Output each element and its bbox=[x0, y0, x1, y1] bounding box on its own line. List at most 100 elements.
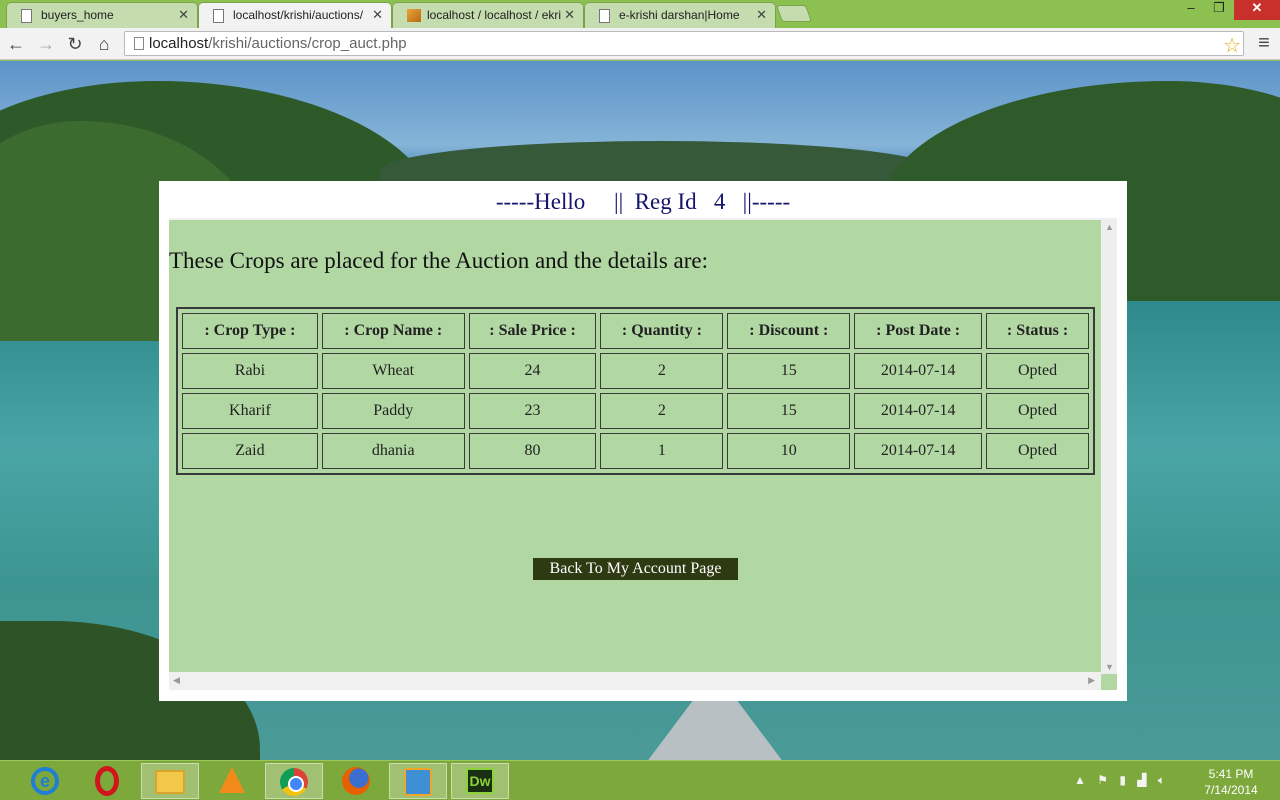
cell-post-date: 2014-07-14 bbox=[854, 433, 983, 469]
cell-status: Opted bbox=[986, 353, 1089, 389]
taskbar-opera[interactable] bbox=[78, 763, 136, 799]
phpmyadmin-icon bbox=[407, 9, 421, 22]
minimize-button[interactable]: – bbox=[1178, 0, 1204, 20]
tab-phpmyadmin[interactable]: localhost / localhost / ekri ✕ bbox=[392, 2, 584, 28]
url-text: localhost/krishi/auctions/crop_auct.php bbox=[149, 35, 407, 52]
cell-quantity: 1 bbox=[600, 433, 724, 469]
clock-time: 5:41 PM bbox=[1208, 767, 1254, 781]
crops-table: : Crop Type : : Crop Name : : Sale Price… bbox=[176, 307, 1095, 475]
cell-crop-name: Paddy bbox=[321, 393, 465, 429]
tab-title: localhost/krishi/auctions/ bbox=[233, 8, 364, 22]
page-icon bbox=[599, 9, 610, 23]
cell-crop-name: Wheat bbox=[321, 353, 465, 389]
taskbar-internet-explorer[interactable]: e bbox=[16, 763, 74, 799]
opera-icon bbox=[95, 766, 119, 796]
show-hidden-icons-icon[interactable]: ▲ bbox=[1074, 773, 1086, 787]
close-tab-icon[interactable]: ✕ bbox=[564, 7, 575, 23]
cell-discount: 15 bbox=[727, 353, 851, 389]
auction-frame: These Crops are placed for the Auction a… bbox=[169, 218, 1117, 690]
chrome-icon bbox=[280, 768, 308, 796]
cell-crop-type: Zaid bbox=[182, 433, 318, 469]
browser-toolbar: ← → ↻ ⌂ localhost/krishi/auctions/crop_a… bbox=[0, 28, 1280, 60]
taskbar-vlc[interactable] bbox=[203, 763, 261, 799]
action-center-flag-icon[interactable]: ⚑ bbox=[1097, 773, 1108, 787]
media-player-icon bbox=[404, 768, 432, 796]
tab-buyers-home[interactable]: buyers_home ✕ bbox=[6, 2, 198, 28]
back-to-account-button[interactable]: Back To My Account Page bbox=[533, 558, 738, 580]
taskbar-clock[interactable]: 5:41 PM 7/14/2014 bbox=[1196, 766, 1266, 798]
taskbar-firefox[interactable] bbox=[327, 763, 385, 799]
column-header-crop-type: : Crop Type : bbox=[182, 313, 318, 349]
cell-status: Opted bbox=[986, 393, 1089, 429]
close-window-button[interactable]: ✕ bbox=[1234, 0, 1280, 20]
table-header-row: : Crop Type : : Crop Name : : Sale Price… bbox=[182, 313, 1089, 349]
scroll-left-icon[interactable]: ◀ bbox=[173, 675, 180, 686]
forward-arrow-icon[interactable]: → bbox=[34, 32, 58, 56]
vertical-scrollbar[interactable]: ▲ ▼ bbox=[1101, 220, 1117, 674]
cell-sale-price: 24 bbox=[468, 353, 597, 389]
address-bar[interactable]: localhost/krishi/auctions/crop_auct.php … bbox=[124, 31, 1244, 58]
reload-icon[interactable]: ↻ bbox=[63, 32, 87, 56]
column-header-post-date: : Post Date : bbox=[854, 313, 983, 349]
close-tab-icon[interactable]: ✕ bbox=[178, 7, 189, 23]
taskbar-chrome[interactable] bbox=[265, 763, 323, 799]
network-icon[interactable]: ▟ bbox=[1137, 773, 1146, 787]
scroll-right-icon[interactable]: ▶ bbox=[1088, 675, 1095, 686]
power-icon[interactable]: ▮ bbox=[1119, 773, 1126, 787]
column-header-quantity: : Quantity : bbox=[600, 313, 724, 349]
page-icon bbox=[134, 37, 144, 50]
dreamweaver-icon: Dw bbox=[466, 768, 494, 794]
greeting-header: -----Hello || Reg Id 4 ||----- bbox=[495, 189, 791, 214]
tab-title: buyers_home bbox=[41, 8, 114, 22]
scroll-up-icon[interactable]: ▲ bbox=[1105, 222, 1114, 232]
system-tray: ▲ ⚑ ▮ ▟ 🔈︎ bbox=[1074, 773, 1173, 788]
taskbar-dreamweaver[interactable]: Dw bbox=[451, 763, 509, 799]
scroll-down-icon[interactable]: ▼ bbox=[1105, 662, 1114, 672]
table-row: Kharif Paddy 23 2 15 2014-07-14 Opted bbox=[182, 393, 1089, 429]
page-icon bbox=[21, 9, 32, 23]
tab-title: e-krishi darshan|Home bbox=[619, 8, 740, 22]
tab-ekrishi-home[interactable]: e-krishi darshan|Home ✕ bbox=[584, 2, 776, 28]
url-host: localhost bbox=[149, 35, 209, 52]
column-header-status: : Status : bbox=[986, 313, 1089, 349]
back-arrow-icon[interactable]: ← bbox=[4, 32, 28, 56]
table-row: Zaid dhania 80 1 10 2014-07-14 Opted bbox=[182, 433, 1089, 469]
column-header-crop-name: : Crop Name : bbox=[321, 313, 465, 349]
cell-quantity: 2 bbox=[600, 393, 724, 429]
table-row: Rabi Wheat 24 2 15 2014-07-14 Opted bbox=[182, 353, 1089, 389]
page-icon bbox=[213, 9, 224, 23]
column-header-sale-price: : Sale Price : bbox=[468, 313, 597, 349]
close-tab-icon[interactable]: ✕ bbox=[756, 7, 767, 23]
tab-auctions[interactable]: localhost/krishi/auctions/ ✕ bbox=[198, 2, 392, 28]
clock-date: 7/14/2014 bbox=[1204, 783, 1258, 797]
menu-icon[interactable]: ≡ bbox=[1252, 32, 1276, 56]
folder-icon bbox=[155, 770, 185, 794]
cell-discount: 15 bbox=[727, 393, 851, 429]
cell-discount: 10 bbox=[727, 433, 851, 469]
tab-strip: buyers_home ✕ localhost/krishi/auctions/… bbox=[0, 0, 1280, 28]
maximize-button[interactable]: ❐ bbox=[1206, 0, 1232, 20]
tab-title: localhost / localhost / ekri bbox=[427, 8, 562, 22]
cell-crop-type: Kharif bbox=[182, 393, 318, 429]
url-path: /krishi/auctions/crop_auct.php bbox=[208, 35, 407, 52]
cell-post-date: 2014-07-14 bbox=[854, 393, 983, 429]
bookmark-star-icon[interactable]: ☆ bbox=[1223, 33, 1241, 58]
volume-icon[interactable]: 🔈︎ bbox=[1158, 773, 1165, 788]
new-tab-button[interactable] bbox=[775, 5, 813, 22]
cell-quantity: 2 bbox=[600, 353, 724, 389]
firefox-icon bbox=[342, 767, 370, 795]
cell-post-date: 2014-07-14 bbox=[854, 353, 983, 389]
taskbar-media-player[interactable] bbox=[389, 763, 447, 799]
vlc-cone-icon bbox=[219, 767, 245, 793]
horizontal-scrollbar[interactable]: ◀ ▶ bbox=[169, 672, 1101, 690]
column-header-discount: : Discount : bbox=[727, 313, 851, 349]
intro-text: These Crops are placed for the Auction a… bbox=[169, 248, 709, 273]
windows-taskbar: e Dw ▲ ⚑ ▮ ▟ 🔈︎ 5:41 PM 7/14/2014 bbox=[0, 760, 1280, 800]
cell-crop-type: Rabi bbox=[182, 353, 318, 389]
close-tab-icon[interactable]: ✕ bbox=[372, 7, 383, 23]
cell-sale-price: 23 bbox=[468, 393, 597, 429]
cell-sale-price: 80 bbox=[468, 433, 597, 469]
taskbar-file-explorer[interactable] bbox=[141, 763, 199, 799]
home-icon[interactable]: ⌂ bbox=[92, 32, 116, 56]
internet-explorer-icon: e bbox=[31, 767, 59, 795]
